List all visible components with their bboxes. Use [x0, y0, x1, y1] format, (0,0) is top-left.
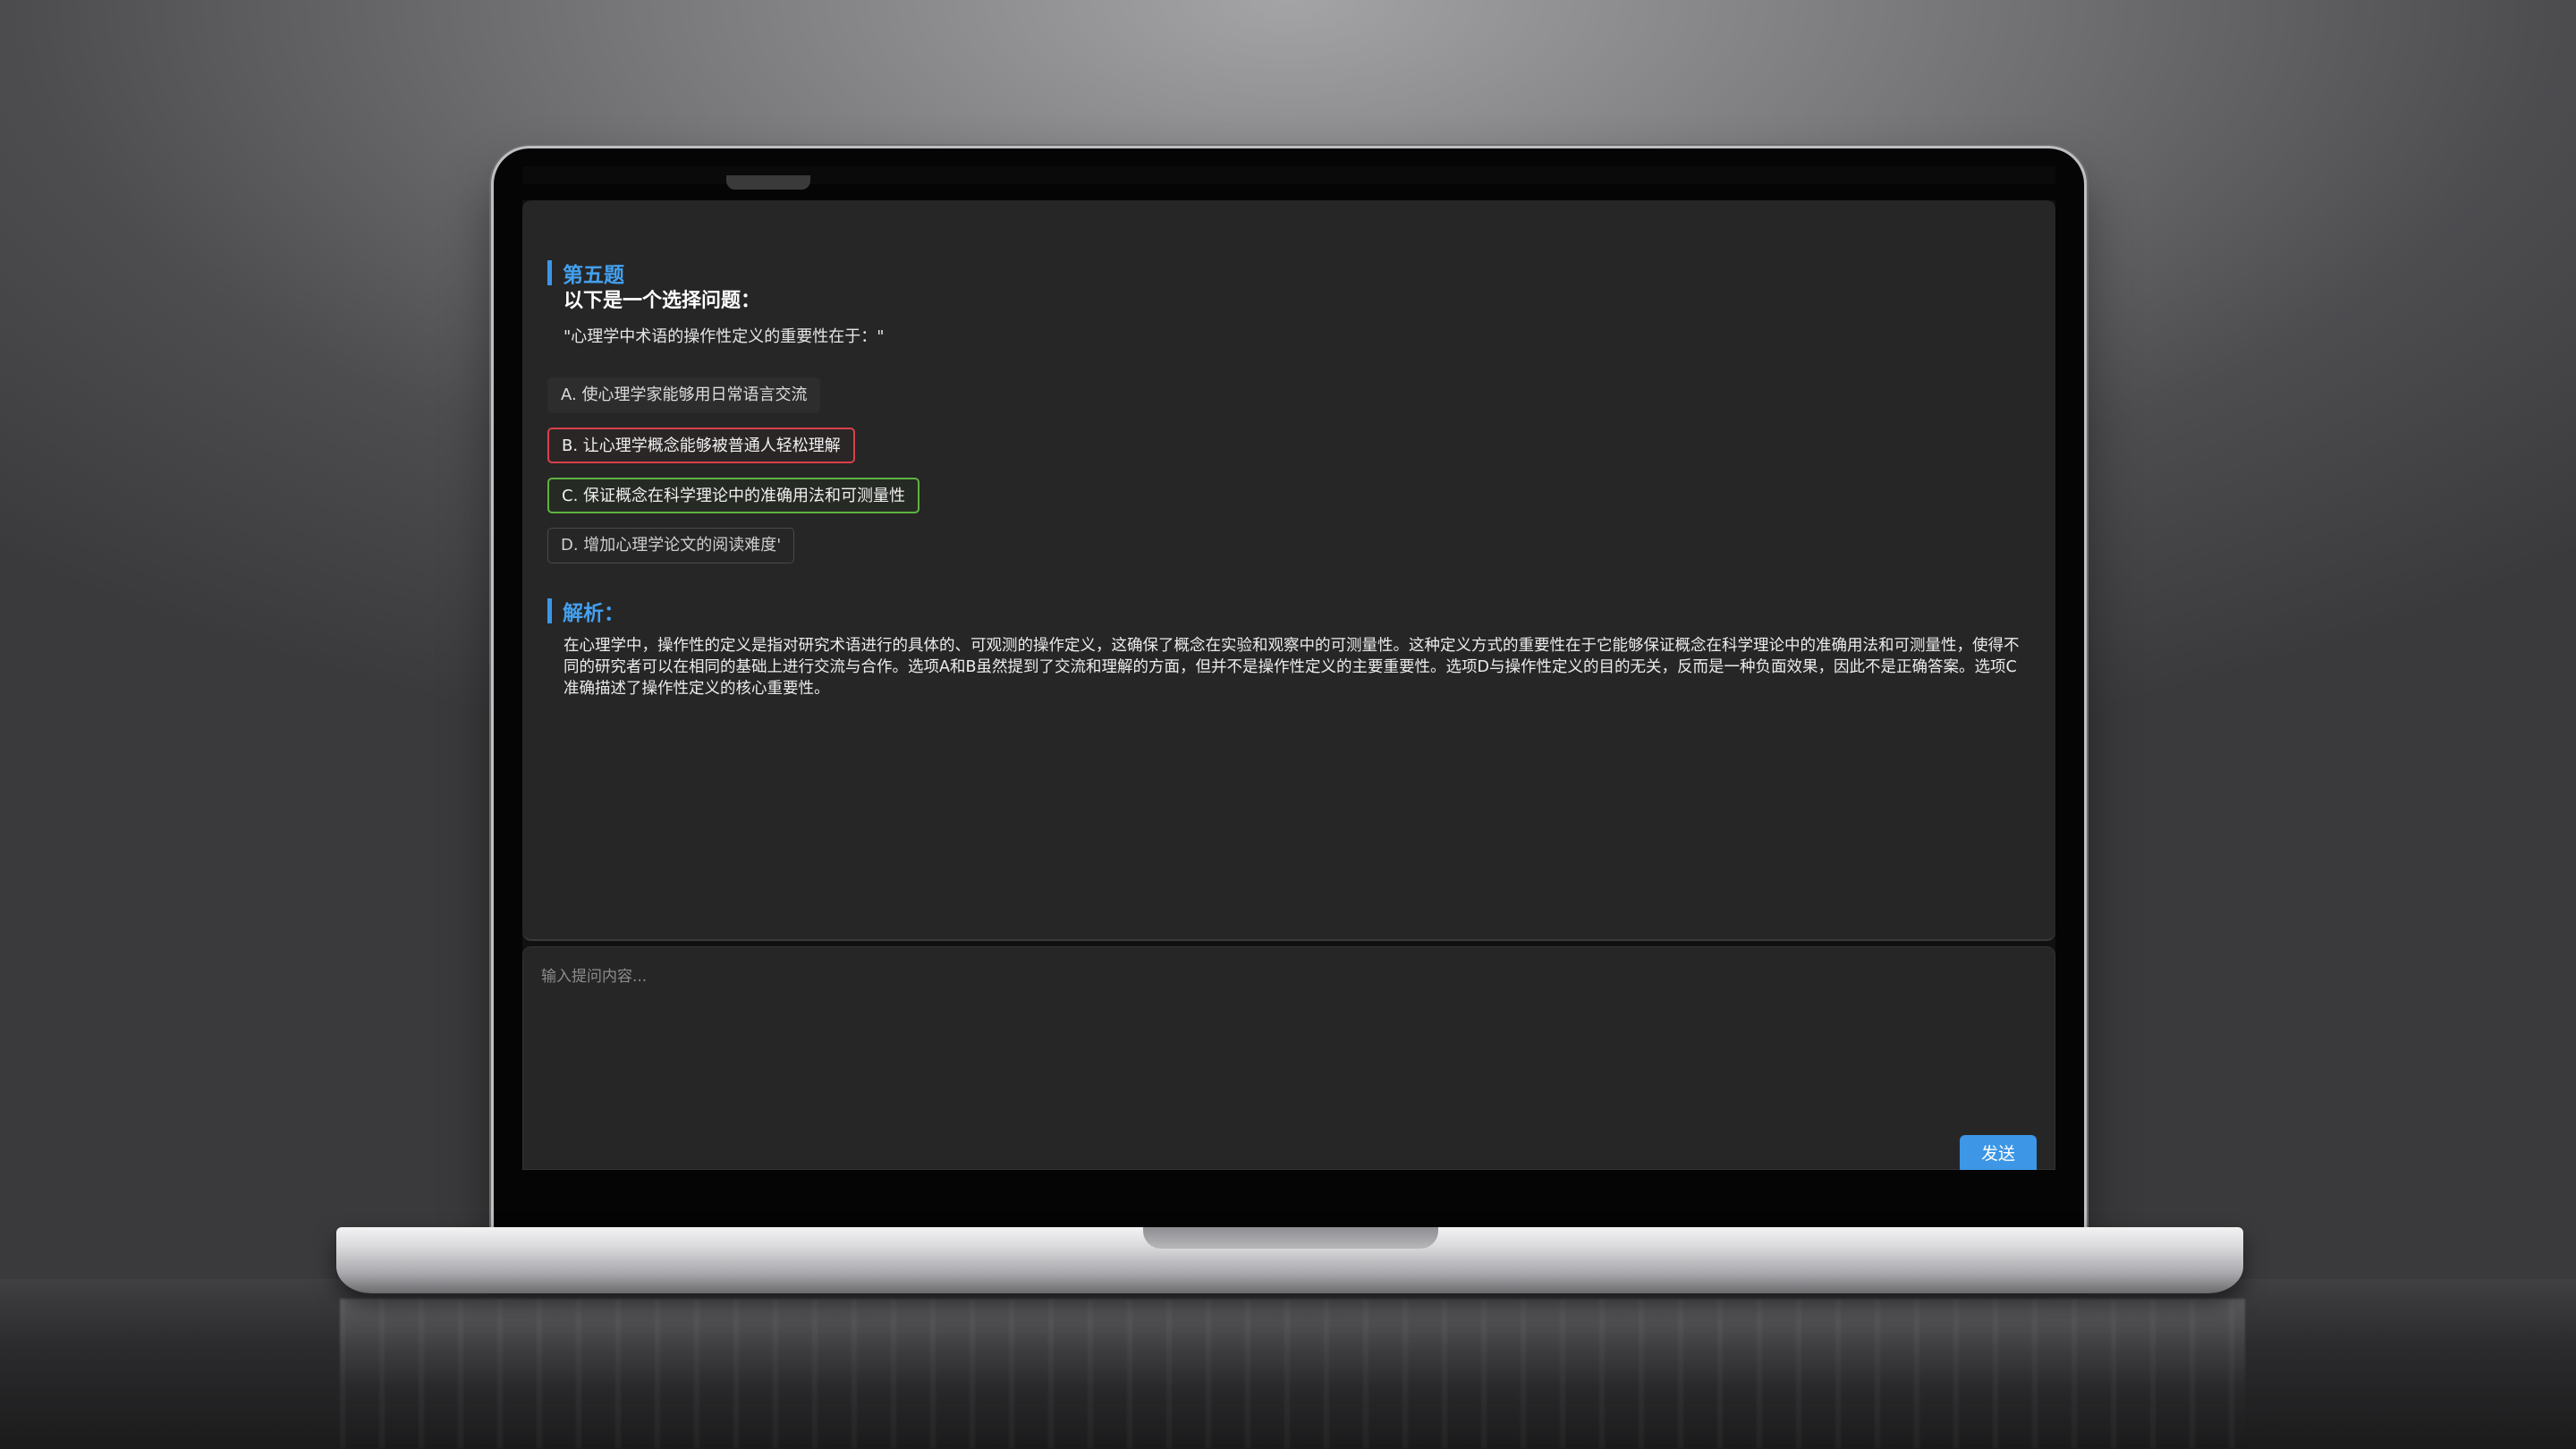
option-b[interactable]: B. 让心理学概念能够被普通人轻松理解 — [547, 428, 855, 463]
option-a[interactable]: A. 使心理学家能够用日常语言交流 — [547, 377, 821, 413]
floor-reflection — [340, 1299, 2245, 1449]
analysis-header: 解析： — [547, 597, 624, 625]
analysis-title: 解析： — [563, 602, 624, 625]
question-text: "心理学中术语的操作性定义的重要性在于：" — [564, 327, 885, 346]
accent-bar — [547, 598, 552, 623]
question-header: 第五题 — [547, 259, 624, 287]
accent-bar — [547, 260, 552, 285]
question-input[interactable] — [539, 962, 1885, 1019]
camera-notch — [726, 175, 810, 190]
send-button[interactable]: 发送 — [1960, 1135, 2037, 1170]
analysis-text: 在心理学中，操作性的定义是指对研究术语进行的具体的、可观测的操作定义，这确保了概… — [564, 637, 2020, 698]
app-window: 第五题 以下是一个选择问题： "心理学中术语的操作性定义的重要性在于：" A. … — [522, 200, 2055, 1170]
laptop-opening-notch — [1143, 1227, 1438, 1249]
option-c[interactable]: C. 保证概念在科学理论中的准确用法和可测量性 — [547, 478, 920, 513]
question-number-title: 第五题 — [563, 264, 624, 287]
option-d[interactable]: D. 增加心理学论文的阅读难度' — [547, 528, 795, 564]
question-subtitle: 以下是一个选择问题： — [564, 290, 761, 312]
input-area: 发送 — [522, 946, 2055, 1170]
question-panel: 第五题 以下是一个选择问题： "心理学中术语的操作性定义的重要性在于：" A. … — [522, 200, 2055, 941]
